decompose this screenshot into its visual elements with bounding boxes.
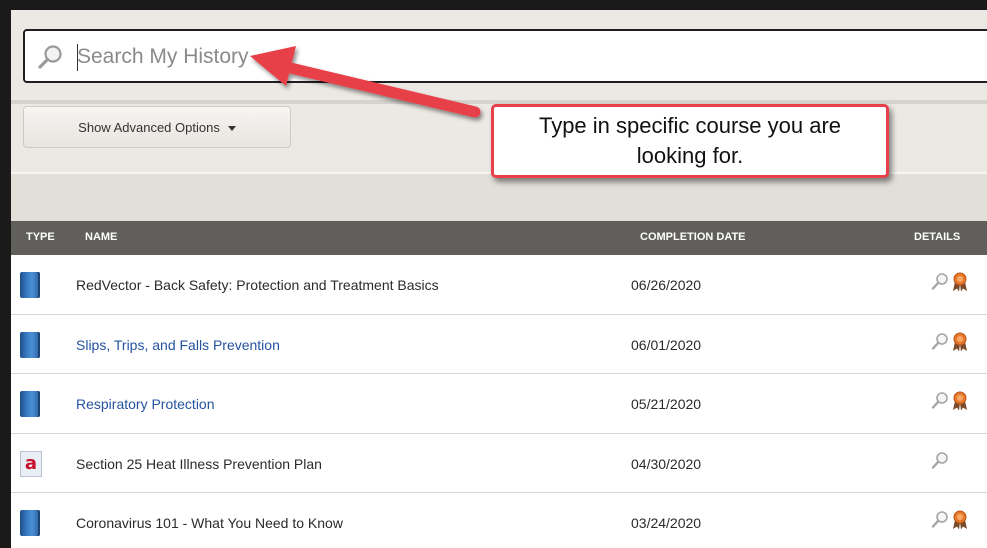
document-a-glyph: a: [20, 450, 42, 477]
completion-date: 06/26/2020: [631, 277, 702, 293]
column-header-name[interactable]: NAME: [85, 231, 117, 243]
column-header-completion-date[interactable]: COMPLETION DATE: [640, 231, 746, 243]
table-row: a Section 25 Heat Illness Prevention Plan…: [11, 433, 987, 493]
table-row: Slips, Trips, and Falls Prevention 06/01/…: [11, 314, 987, 374]
window-border-top: [0, 0, 987, 10]
view-details-icon[interactable]: [931, 510, 949, 530]
window-border-left: [0, 10, 11, 548]
course-name: Coronavirus 101 - What You Need to Know: [76, 515, 343, 531]
completion-date: 06/01/2020: [631, 336, 702, 353]
book-shape: [20, 391, 40, 417]
course-name: Section 25 Heat Illness Prevention Plan: [76, 455, 322, 472]
details-actions: [931, 272, 969, 292]
show-advanced-options-label: Show Advanced Options: [78, 119, 220, 135]
course-name[interactable]: Slips, Trips, and Falls Prevention: [76, 337, 280, 353]
certificate-ribbon-icon[interactable]: [951, 391, 969, 411]
callout-text: Type in specific course you are looking …: [538, 113, 842, 168]
details-actions: [931, 391, 969, 411]
table-row: Respiratory Protection 05/21/2020: [11, 374, 987, 434]
completion-date: 05/21/2020: [631, 396, 702, 412]
details-actions: [931, 510, 969, 530]
search-box[interactable]: [23, 29, 987, 83]
certificate-ribbon-icon[interactable]: [951, 272, 969, 292]
course-name: RedVector - Back Safety: Protection and …: [76, 277, 439, 293]
details-actions: [931, 451, 949, 471]
view-details-icon[interactable]: [931, 332, 949, 352]
details-actions: [931, 332, 969, 352]
book-icon: [20, 331, 40, 358]
book-icon: [20, 272, 40, 298]
table-row: Coronavirus 101 - What You Need to Know 0…: [11, 493, 987, 548]
completion-date: 04/30/2020: [631, 455, 702, 472]
table-row: RedVector - Back Safety: Protection and …: [11, 255, 987, 315]
document-a-icon: a: [20, 450, 42, 477]
completion-date: 03/24/2020: [631, 515, 702, 531]
book-icon: [20, 391, 40, 417]
view-details-icon[interactable]: [931, 272, 949, 292]
book-shape: [20, 272, 40, 298]
filter-band: [11, 174, 987, 221]
view-details-icon[interactable]: [931, 391, 949, 411]
view-details-icon[interactable]: [931, 451, 949, 471]
course-name[interactable]: Respiratory Protection: [76, 396, 215, 412]
search-input[interactable]: [77, 41, 937, 73]
screenshot-frame: Show Advanced Options Type in specific c…: [0, 0, 987, 548]
book-shape: [20, 331, 40, 358]
column-header-type[interactable]: TYPE: [26, 231, 55, 243]
book-icon: [20, 510, 40, 536]
book-shape: [20, 510, 40, 536]
text-caret: [77, 44, 78, 71]
search-icon: [38, 45, 62, 69]
column-header-details: DETAILS: [914, 231, 961, 243]
certificate-ribbon-icon[interactable]: [951, 510, 969, 530]
instruction-callout: Type in specific course you are looking …: [491, 104, 889, 178]
annotation-arrow: [250, 46, 481, 118]
certificate-ribbon-icon[interactable]: [951, 332, 969, 352]
history-table-body: RedVector - Back Safety: Protection and …: [11, 255, 987, 548]
table-header: TYPE NAME COMPLETION DATE DETAILS: [11, 221, 987, 255]
